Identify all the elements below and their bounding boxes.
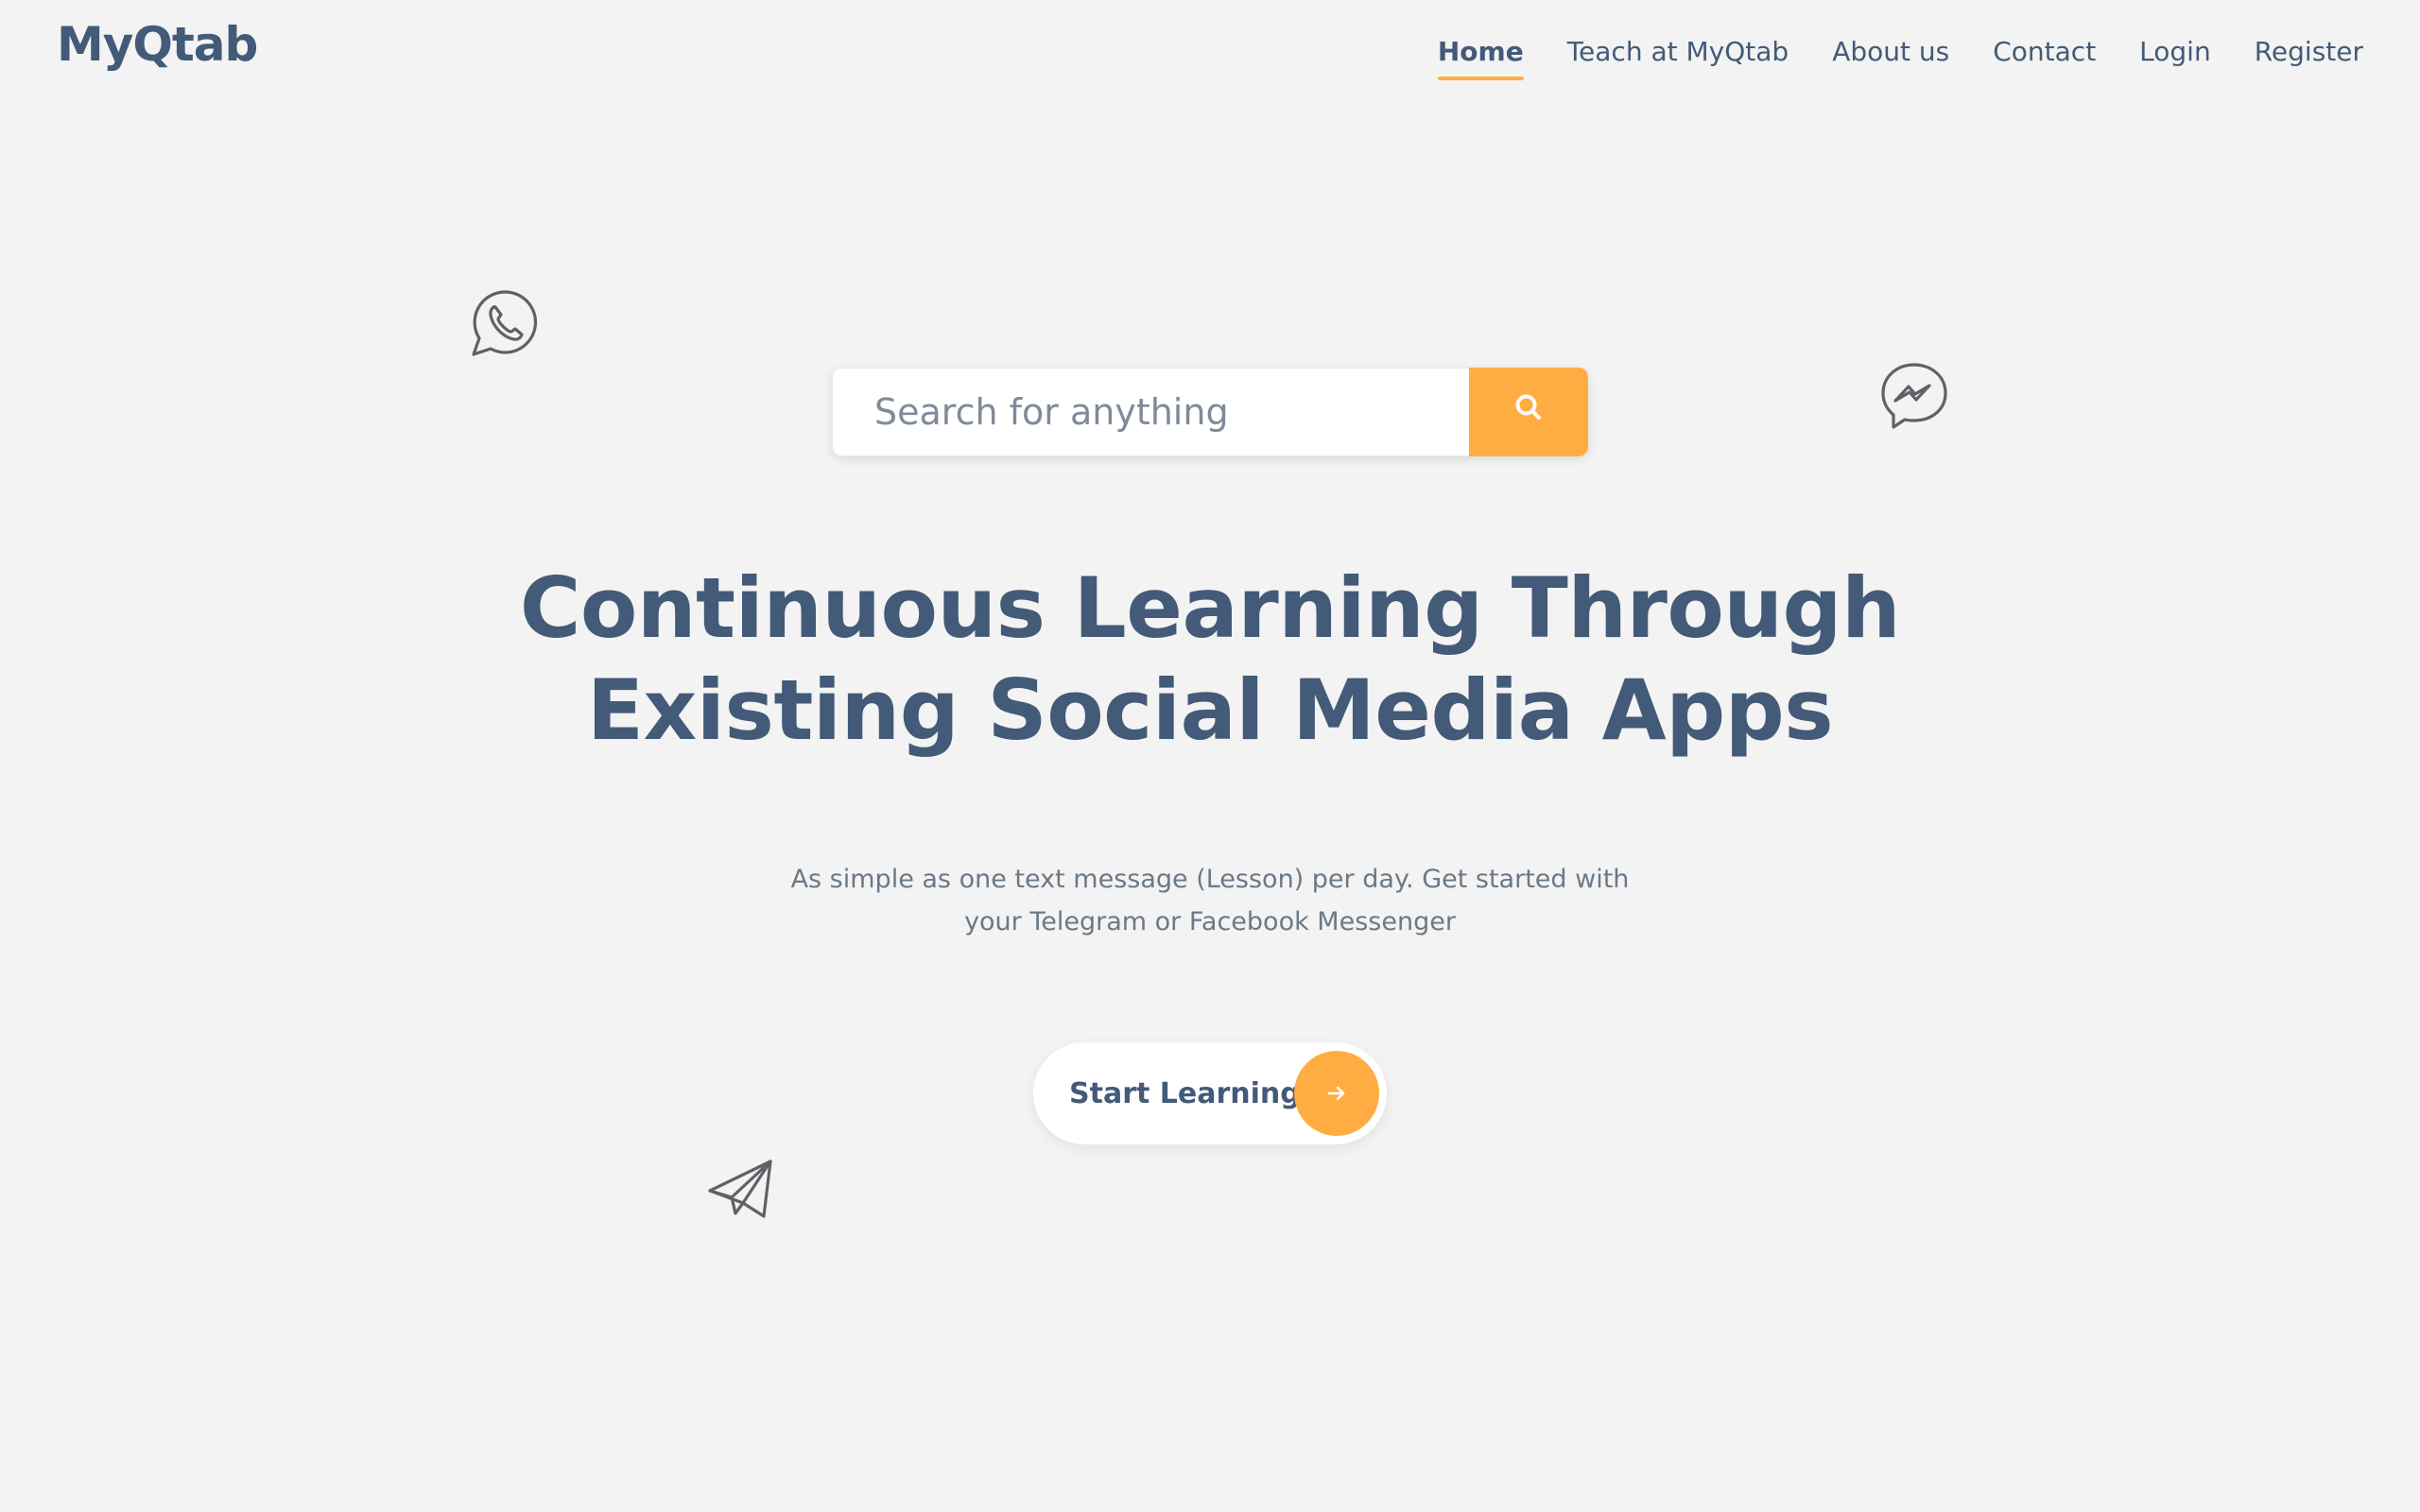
search-input[interactable]: [832, 368, 1469, 456]
nav-link-register[interactable]: Register: [2255, 36, 2363, 80]
start-learning-button[interactable]: Start Learning: [1033, 1042, 1387, 1144]
hero-title-line2: Existing Social Media Apps: [586, 662, 1834, 759]
landing-page: MyQtab Home Teach at MyQtab About us Con…: [0, 0, 2420, 1512]
nav-item-contact: Contact: [1993, 36, 2096, 80]
nav-link-about[interactable]: About us: [1832, 36, 1949, 80]
hero-title-line1: Continuous Learning Through: [519, 559, 1901, 657]
main-nav: Home Teach at MyQtab About us Contact Lo…: [1437, 36, 2363, 80]
nav-item-register: Register: [2255, 36, 2363, 80]
arrow-circle: [1294, 1051, 1379, 1136]
nav-item-login: Login: [2139, 36, 2211, 80]
search-icon: [1515, 394, 1541, 420]
whatsapp-icon: [469, 287, 541, 359]
hero-title: Continuous Learning Through Existing Soc…: [454, 558, 1966, 762]
telegram-icon: [707, 1159, 775, 1219]
nav-item-about: About us: [1832, 36, 1949, 80]
search-button[interactable]: [1469, 368, 1588, 456]
hero-subtitle: As simple as one text message (Lesson) p…: [737, 858, 1683, 943]
hero-subtitle-line2: your Telegram or Facebook Messenger: [964, 907, 1456, 936]
search-bar: [832, 368, 1588, 456]
messenger-icon: [1879, 361, 1949, 431]
nav-item-home: Home: [1437, 36, 1524, 80]
hero-subtitle-line1: As simple as one text message (Lesson) p…: [790, 865, 1630, 894]
nav-link-login[interactable]: Login: [2139, 36, 2211, 80]
brand-logo[interactable]: MyQtab: [57, 17, 258, 72]
nav-link-home[interactable]: Home: [1437, 36, 1524, 80]
arrow-right-icon: [1327, 1086, 1345, 1101]
nav-link-contact[interactable]: Contact: [1993, 36, 2096, 80]
start-learning-label: Start Learning: [1069, 1076, 1301, 1110]
nav-link-teach[interactable]: Teach at MyQtab: [1567, 36, 1789, 80]
nav-item-teach: Teach at MyQtab: [1567, 36, 1789, 80]
